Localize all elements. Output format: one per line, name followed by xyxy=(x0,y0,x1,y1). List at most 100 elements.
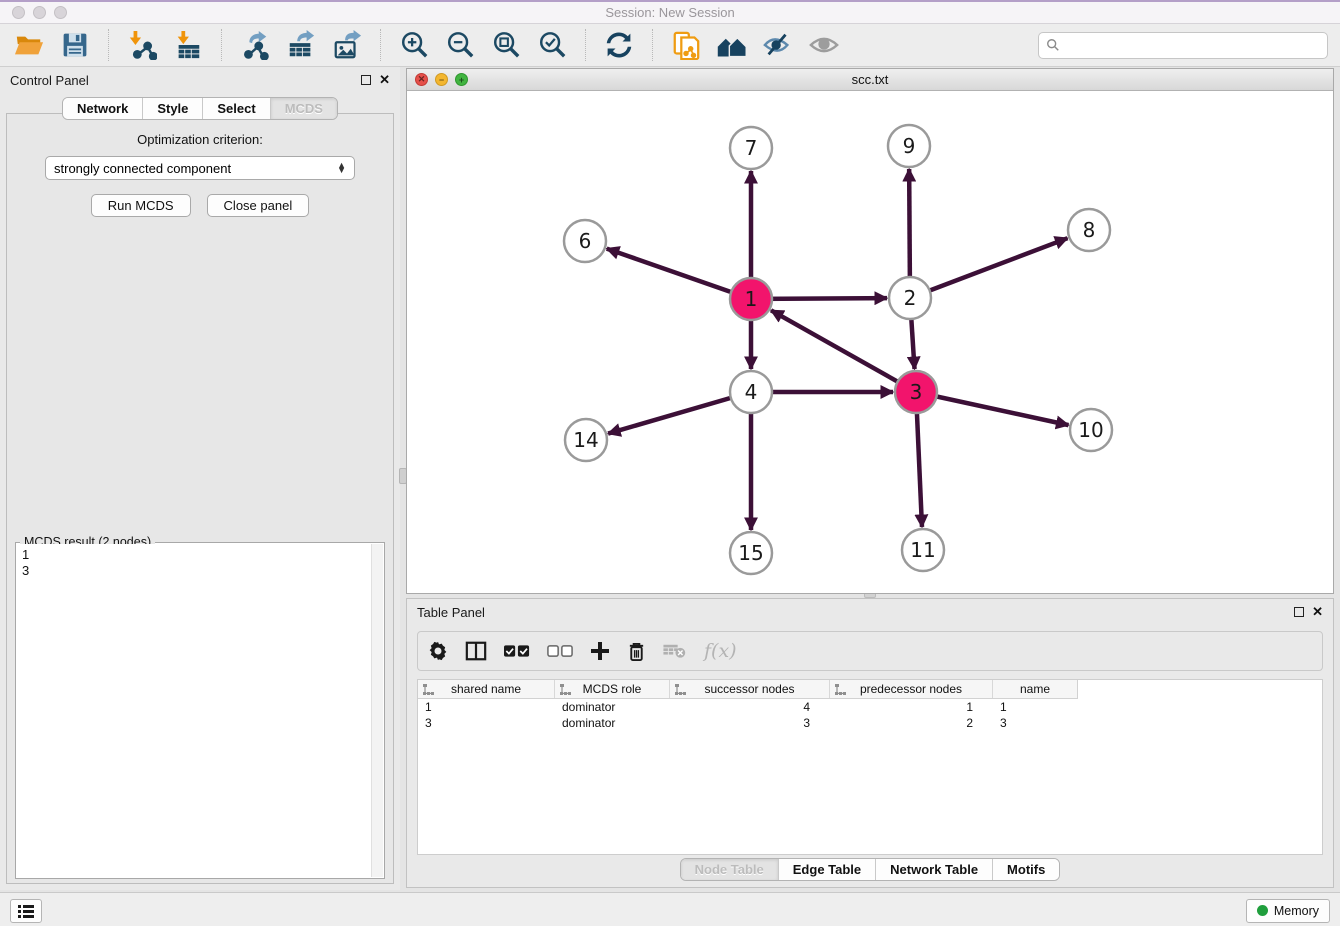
table-cell[interactable]: 3 xyxy=(670,716,830,730)
search-input[interactable] xyxy=(1065,38,1320,53)
tab-node-table[interactable]: Node Table xyxy=(681,859,778,880)
toolbar-separator xyxy=(380,29,381,61)
close-table-panel-icon[interactable]: ✕ xyxy=(1312,607,1323,617)
table-cell[interactable]: 1 xyxy=(830,700,993,714)
export-network-icon[interactable] xyxy=(238,29,272,61)
graph-node-label-3: 3 xyxy=(910,380,923,404)
column-header-shared-name[interactable]: shared name xyxy=(418,680,555,698)
column-header-label: MCDS role xyxy=(583,682,642,696)
main-toolbar xyxy=(0,24,1340,67)
control-panel: Control Panel ✕ NetworkStyleSelectMCDS O… xyxy=(0,67,400,890)
task-history-button[interactable] xyxy=(10,899,42,923)
memory-button[interactable]: Memory xyxy=(1246,899,1330,923)
column-header-label: name xyxy=(1020,682,1050,696)
graph-node-label-6: 6 xyxy=(579,229,592,253)
open-session-icon[interactable] xyxy=(12,29,46,61)
table-row[interactable]: 1dominator411 xyxy=(418,699,1322,715)
table-cell[interactable]: 1 xyxy=(993,700,1077,714)
column-header-predecessor-nodes[interactable]: predecessor nodes xyxy=(830,680,993,698)
zoom-fit-icon[interactable] xyxy=(489,29,523,61)
close-panel-icon[interactable]: ✕ xyxy=(379,75,390,85)
function-builder-icon[interactable]: f(x) xyxy=(704,640,737,662)
table-header-row: shared name MCDS role successor nodesprede… xyxy=(418,680,1078,699)
network-window-title: scc.txt xyxy=(407,72,1333,87)
criterion-select[interactable]: strongly connected component ▲▼ xyxy=(45,156,355,180)
search-box[interactable] xyxy=(1038,32,1328,59)
tab-network[interactable]: Network xyxy=(63,98,142,119)
table-cell[interactable]: 3 xyxy=(418,716,555,730)
app-titlebar: Session: New Session xyxy=(0,2,1340,24)
import-network-icon[interactable] xyxy=(125,29,159,61)
first-neighbors-icon[interactable] xyxy=(715,29,749,61)
tab-network-table[interactable]: Network Table xyxy=(875,859,992,880)
memory-label: Memory xyxy=(1274,904,1319,918)
delete-column-icon[interactable] xyxy=(627,641,646,662)
import-table-icon[interactable] xyxy=(171,29,205,61)
graph-edge-3-10[interactable] xyxy=(916,392,1069,425)
table-cell[interactable]: 4 xyxy=(670,700,830,714)
graph-node-label-8: 8 xyxy=(1083,218,1096,242)
toolbar-separator xyxy=(108,29,109,61)
show-all-icon[interactable] xyxy=(807,29,841,61)
table-cell[interactable]: 3 xyxy=(993,716,1077,730)
refresh-view-icon[interactable] xyxy=(602,29,636,61)
split-columns-icon[interactable] xyxy=(465,640,487,662)
graph-edge-3-1[interactable] xyxy=(771,310,916,392)
table-cell[interactable]: 1 xyxy=(418,700,555,714)
graph-edge-4-14[interactable] xyxy=(608,392,751,434)
graph-node-label-2: 2 xyxy=(904,286,917,310)
node-table: shared name MCDS role successor nodesprede… xyxy=(417,679,1323,855)
float-panel-icon[interactable] xyxy=(361,75,371,85)
network-canvas[interactable]: 7968124314101511 xyxy=(407,91,1333,593)
table-cell[interactable]: dominator xyxy=(555,716,670,730)
zoom-out-icon[interactable] xyxy=(443,29,477,61)
graph-node-label-4: 4 xyxy=(745,380,758,404)
run-mcds-button[interactable]: Run MCDS xyxy=(91,194,191,217)
tab-select[interactable]: Select xyxy=(202,98,269,119)
float-table-panel-icon[interactable] xyxy=(1294,607,1304,617)
column-header-name[interactable]: name xyxy=(993,680,1077,698)
table-row[interactable]: 3dominator323 xyxy=(418,715,1322,731)
mcds-result-text[interactable]: 1 3 xyxy=(17,544,371,877)
mcds-result-box: MCDS result (2 nodes) 1 3 xyxy=(15,542,385,879)
app-title: Session: New Session xyxy=(0,5,1340,20)
chevron-updown-icon: ▲▼ xyxy=(337,163,346,173)
save-session-icon[interactable] xyxy=(58,29,92,61)
tab-edge-table[interactable]: Edge Table xyxy=(778,859,875,880)
table-cell[interactable]: 2 xyxy=(830,716,993,730)
table-toolbar: f(x) xyxy=(417,631,1323,671)
add-column-icon[interactable] xyxy=(590,641,610,661)
tab-mcds[interactable]: MCDS xyxy=(270,98,337,119)
table-tabs: Node TableEdge TableNetwork TableMotifs xyxy=(680,858,1061,881)
zoom-selected-icon[interactable] xyxy=(535,29,569,61)
graph-node-label-11: 11 xyxy=(910,538,935,562)
table-panel-title: Table Panel xyxy=(417,605,485,620)
graph-node-label-1: 1 xyxy=(745,287,758,311)
gear-icon[interactable] xyxy=(428,641,448,661)
toolbar-separator xyxy=(585,29,586,61)
network-view-window: ✕ − + scc.txt 7968124314101511 xyxy=(406,68,1334,594)
select-all-icon[interactable] xyxy=(504,644,530,658)
toolbar-separator xyxy=(652,29,653,61)
column-header-successor-nodes[interactable]: successor nodes xyxy=(670,680,830,698)
graph-node-label-15: 15 xyxy=(738,541,763,565)
tab-style[interactable]: Style xyxy=(142,98,202,119)
mcds-result-scrollbar[interactable] xyxy=(371,544,383,877)
control-panel-tabs: NetworkStyleSelectMCDS xyxy=(62,97,338,120)
delete-table-icon[interactable] xyxy=(663,643,687,659)
graph-node-label-14: 14 xyxy=(573,428,598,452)
network-window-titlebar[interactable]: ✕ − + scc.txt xyxy=(407,69,1333,91)
export-table-icon[interactable] xyxy=(284,29,318,61)
graph-edge-1-6[interactable] xyxy=(607,249,751,299)
graph-edge-2-8[interactable] xyxy=(910,238,1067,298)
mcds-panel-body: Optimization criterion: strongly connect… xyxy=(6,113,394,884)
tab-motifs[interactable]: Motifs xyxy=(992,859,1059,880)
deselect-all-icon[interactable] xyxy=(547,644,573,658)
table-cell[interactable]: dominator xyxy=(555,700,670,714)
hide-selected-icon[interactable] xyxy=(761,29,795,61)
clone-network-icon[interactable] xyxy=(669,29,703,61)
export-image-icon[interactable] xyxy=(330,29,364,61)
close-panel-button[interactable]: Close panel xyxy=(207,194,310,217)
column-header-MCDS-role[interactable]: MCDS role xyxy=(555,680,670,698)
zoom-in-icon[interactable] xyxy=(397,29,431,61)
